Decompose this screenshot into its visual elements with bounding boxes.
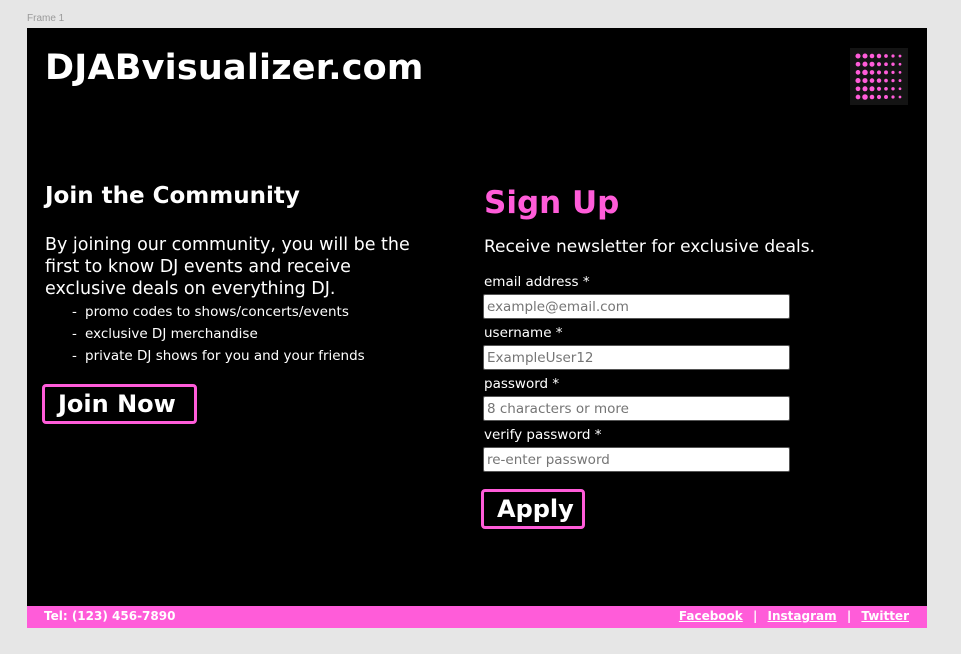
verify-password-field[interactable]	[483, 447, 790, 472]
username-field[interactable]	[483, 345, 790, 370]
logo-dot	[876, 53, 882, 59]
logo-dot	[855, 94, 861, 100]
logo-dot	[862, 78, 868, 84]
logo-dot	[891, 54, 895, 58]
logo-dot	[898, 62, 902, 66]
logo-dot	[891, 62, 895, 66]
dash-bullet: -	[72, 304, 77, 320]
logo-dot	[884, 54, 888, 58]
verify-password-label: verify password *	[484, 427, 602, 443]
dash-bullet: -	[72, 326, 77, 342]
logo-dot	[855, 61, 861, 67]
perk-item: - promo codes to shows/concerts/events	[72, 302, 365, 324]
logo-dot	[891, 95, 895, 99]
join-now-button[interactable]: Join Now	[42, 384, 197, 424]
logo-dot	[891, 87, 895, 91]
perk-text: promo codes to shows/concerts/events	[85, 304, 349, 320]
logo-dot	[884, 86, 888, 91]
community-heading: Join the Community	[45, 183, 300, 209]
logo-dot	[862, 69, 868, 76]
frame-label: Frame 1	[27, 13, 65, 24]
logo-dot	[884, 70, 888, 75]
link-separator: |	[846, 609, 852, 623]
password-label: password *	[484, 376, 560, 392]
footer-bar: Tel: (123) 456-7890 Facebook | Instagram…	[27, 606, 927, 628]
logo-dot	[855, 78, 861, 84]
logo-dot	[876, 86, 882, 91]
logo-dot	[869, 86, 875, 92]
perk-item: - private DJ shows for you and your frien…	[72, 346, 365, 368]
logo-dot	[884, 78, 888, 83]
perk-text: private DJ shows for you and your friend…	[85, 348, 365, 364]
signup-heading: Sign Up	[484, 185, 620, 221]
logo-dot	[876, 94, 882, 100]
logo-dot	[898, 87, 902, 91]
logo-dot	[869, 94, 875, 100]
logo-dot	[876, 78, 882, 83]
perk-text: exclusive DJ merchandise	[85, 326, 258, 342]
logo-dot	[898, 95, 902, 99]
logo-dot	[884, 62, 888, 67]
logo-dot	[876, 70, 882, 75]
signup-subtitle: Receive newsletter for exclusive deals.	[484, 237, 816, 257]
logo-dot	[855, 86, 861, 92]
logo-dot	[862, 86, 868, 92]
community-description: By joining our community, you will be th…	[45, 235, 410, 299]
logo-dot	[891, 70, 895, 74]
phone-number: Tel: (123) 456-7890	[44, 609, 176, 623]
logo-dot	[869, 61, 875, 67]
logo-dot	[869, 78, 875, 83]
facebook-link[interactable]: Facebook	[679, 609, 743, 623]
logo-dot	[869, 70, 875, 75]
logo-dot	[855, 70, 861, 75]
logo-dot	[898, 79, 902, 83]
dot-grid-logo-icon	[850, 48, 908, 105]
email-field[interactable]	[483, 294, 790, 319]
logo-dot	[855, 53, 861, 59]
instagram-link[interactable]: Instagram	[768, 609, 837, 623]
logo-dot	[862, 53, 868, 59]
logo-dot	[884, 95, 888, 99]
dash-bullet: -	[72, 348, 77, 364]
twitter-link[interactable]: Twitter	[861, 609, 909, 623]
password-field[interactable]	[483, 396, 790, 421]
logo-dot	[898, 54, 902, 58]
email-label: email address *	[484, 274, 590, 290]
logo-dot	[876, 62, 882, 67]
page-frame: DJABvisualizer.com Join the Community By…	[27, 28, 927, 628]
perks-list: - promo codes to shows/concerts/events -e…	[72, 302, 365, 368]
link-separator: |	[752, 609, 758, 623]
site-title: DJABvisualizer.com	[45, 48, 424, 88]
social-links: Facebook | Instagram | Twitter	[679, 609, 909, 623]
apply-button[interactable]: Apply	[481, 489, 585, 529]
logo-dot	[898, 71, 902, 74]
username-label: username *	[484, 325, 563, 341]
logo-dot	[869, 53, 875, 59]
perk-item: - exclusive DJ merchandise	[72, 324, 365, 346]
logo-dot	[891, 79, 895, 83]
logo-dot	[862, 61, 868, 67]
logo-dot	[862, 94, 868, 100]
